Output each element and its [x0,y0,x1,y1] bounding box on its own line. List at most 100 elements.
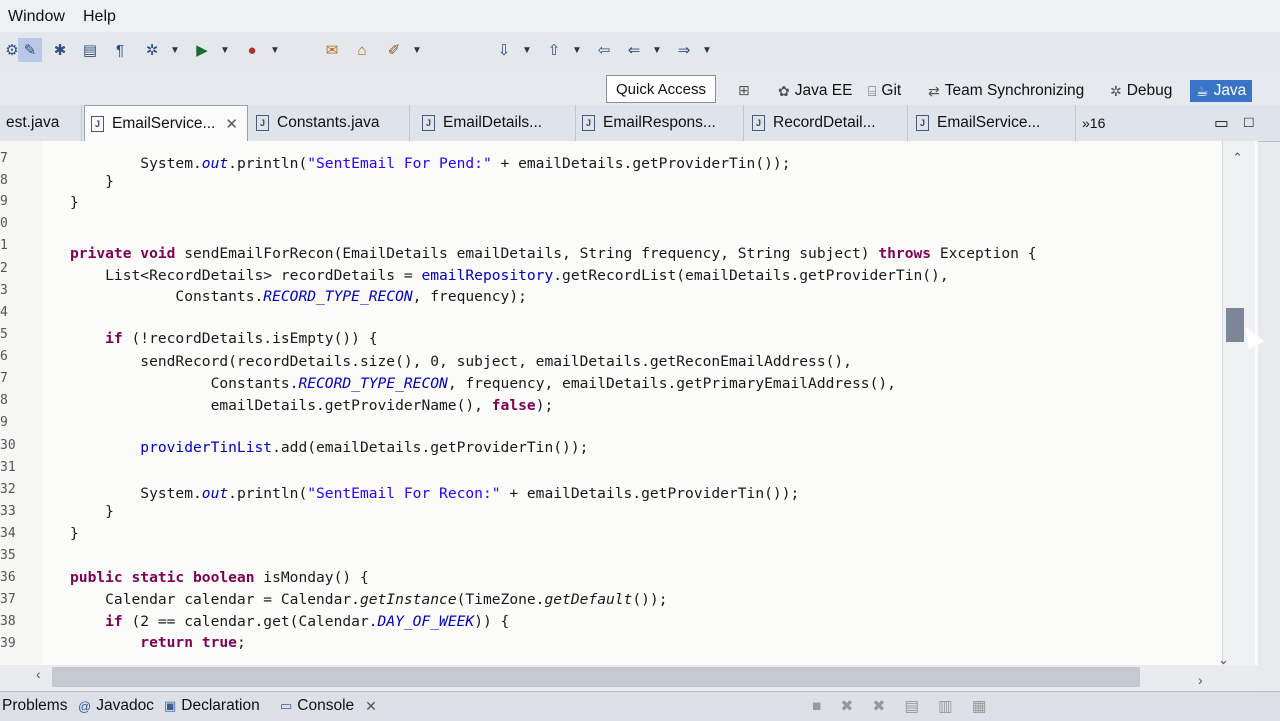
code-line: private void sendEmailForRecon(EmailDeta… [70,245,1037,262]
scroll-up-icon[interactable]: ⌃ [1232,150,1243,166]
bug-icon[interactable]: ✲ [140,38,164,62]
forward-arrow-icon[interactable]: ⇒ [672,38,696,62]
tab-overflow-button[interactable]: »16 [1076,105,1156,141]
tab-problems[interactable]: Problems [2,697,67,715]
chevron-down-icon[interactable]: ▼ [412,38,422,62]
pen-icon[interactable]: ✎ [18,38,42,62]
tab-declaration[interactable]: ▣ Declaration [164,697,260,715]
declaration-icon: ▣ [164,698,177,713]
prev-annotation-icon[interactable]: ⇧ [542,38,566,62]
outline-icon[interactable]: ▤ [78,38,102,62]
line-number: 4 [0,305,8,320]
line-number: 7 [0,371,8,386]
line-number: 31 [0,460,16,475]
menu-help[interactable]: Help [83,8,116,26]
vertical-scrollbar[interactable] [1222,141,1255,665]
line-number: 0 [0,216,8,231]
tab-javadoc[interactable]: @ Javadoc [78,697,154,715]
coverage-icon[interactable]: ● [240,38,264,62]
pin-console-icon[interactable]: ▥ [938,697,953,716]
main-toolbar: ⚙ ✎ ✱ ▤ ¶ ✲ ▼ ▶ ▼ ● ▼ ✉ ⌂ ✐ ▼ ⇩ ▼ ⇧ ▼ ⇦ … [0,32,1280,73]
at-icon: @ [78,698,92,714]
open-type-icon[interactable]: ✉ [320,38,344,62]
tab-emailresponse[interactable]: J EmailRespons... [576,105,744,141]
line-number: 8 [0,393,8,408]
code-line: } [70,503,114,520]
last-edit-icon[interactable]: ⇦ [592,38,616,62]
line-number-gutter: 7 8 9 0 1 2 3 4 5 6 7 8 9 30 31 32 33 34… [0,141,42,665]
tab-emailservice-2[interactable]: J EmailService... [910,105,1076,141]
scroll-left-icon[interactable]: ‹ [36,666,41,682]
open-perspective-icon: ⊞ [738,82,750,98]
back-arrow-icon[interactable]: ⇐ [622,38,646,62]
java-file-icon: J [256,115,269,131]
line-number: 9 [0,415,8,430]
debug-step-icon[interactable]: ✱ [48,38,72,62]
chevron-down-icon[interactable]: ▼ [572,38,582,62]
code-line: Calendar calendar = Calendar.getInstance… [70,591,668,608]
line-number: 35 [0,548,16,563]
remove-all-icon[interactable]: ✖ [872,697,885,716]
bug-icon: ✲ [1110,82,1122,99]
maximize-icon[interactable]: □ [1238,105,1262,141]
line-number: 36 [0,570,16,585]
perspective-java[interactable]: ☕ Java [1190,80,1253,102]
line-number: 39 [0,636,16,651]
line-number: 6 [0,349,8,364]
chevron-down-icon[interactable]: ▼ [270,38,280,62]
perspective-team-synchronizing[interactable]: ⇄ Team Synchronizing [928,82,1084,100]
tab-console[interactable]: ▭ Console ✕ [280,697,377,715]
editor-tab-bar: est.java J EmailService... ✕ J Constants.ja… [0,105,1280,142]
git-icon: ⌸ [868,82,877,99]
remove-launch-icon[interactable]: ✖ [840,697,853,716]
perspective-git[interactable]: ⌸ Git [868,82,901,100]
chevron-down-icon[interactable]: ▼ [652,38,662,62]
code-line: sendRecord(recordDetails.size(), 0, subj… [70,353,852,370]
java-perspective-icon: ☕ [1196,82,1209,99]
tab-emaildetails[interactable]: J EmailDetails... [416,105,576,141]
perspective-debug[interactable]: ✲ Debug [1110,82,1172,100]
pencil-tool-icon[interactable]: ✐ [382,38,406,62]
scroll-lock-icon[interactable]: ▤ [904,697,919,716]
tab-est-java[interactable]: est.java [0,105,82,141]
line-number: 9 [0,194,8,209]
tab-constants-java[interactable]: J Constants.java [250,105,410,141]
open-folder-icon[interactable]: ⌂ [350,38,374,62]
terminate-icon[interactable]: ■ [812,698,821,716]
code-line: public static boolean isMonday() { [70,569,369,586]
java-file-icon: J [582,115,595,131]
run-icon[interactable]: ▶ [190,38,214,62]
open-perspective-button[interactable]: ⊞ [738,82,750,99]
line-number: 33 [0,504,16,519]
java-file-icon: J [916,115,929,131]
chevron-down-icon[interactable]: ▼ [522,38,532,62]
chevron-down-icon[interactable]: ▼ [220,38,230,62]
code-line: providerTinList.add(emailDetails.getProv… [70,439,589,456]
java-ee-icon: ✿ [778,82,790,99]
scroll-right-icon[interactable]: › [1198,672,1203,688]
next-annotation-icon[interactable]: ⇩ [492,38,516,62]
code-line: System.out.println("SentEmail For Recon:… [70,485,800,502]
line-number: 1 [0,238,8,253]
menu-window[interactable]: Window [8,8,65,26]
minimize-icon[interactable]: ▭ [1208,105,1232,141]
line-number: 38 [0,614,16,629]
code-line: emailDetails.getProviderName(), false); [70,397,554,414]
paragraph-icon[interactable]: ¶ [108,38,132,62]
close-icon[interactable]: ✕ [365,698,377,715]
code-line: System.out.println("SentEmail For Pend:"… [70,155,791,172]
close-icon[interactable]: ✕ [225,115,238,133]
code-line: return true; [70,634,246,651]
tab-emailservice-active[interactable]: J EmailService... ✕ [84,105,248,142]
horizontal-scroll-thumb[interactable] [52,667,1140,687]
line-number: 5 [0,327,8,342]
quick-access-input[interactable]: Quick Access [606,75,716,103]
chevron-down-icon[interactable]: ▼ [702,38,712,62]
line-number: 34 [0,526,16,541]
display-console-icon[interactable]: ▦ [972,697,987,716]
chevron-down-icon[interactable]: ▼ [170,38,180,62]
tab-recorddetails[interactable]: J RecordDetail... [746,105,908,141]
team-sync-icon: ⇄ [928,82,940,99]
code-editor[interactable]: 7 8 9 0 1 2 3 4 5 6 7 8 9 30 31 32 33 34… [0,141,1258,665]
perspective-java-ee[interactable]: ✿ Java EE [778,82,852,100]
